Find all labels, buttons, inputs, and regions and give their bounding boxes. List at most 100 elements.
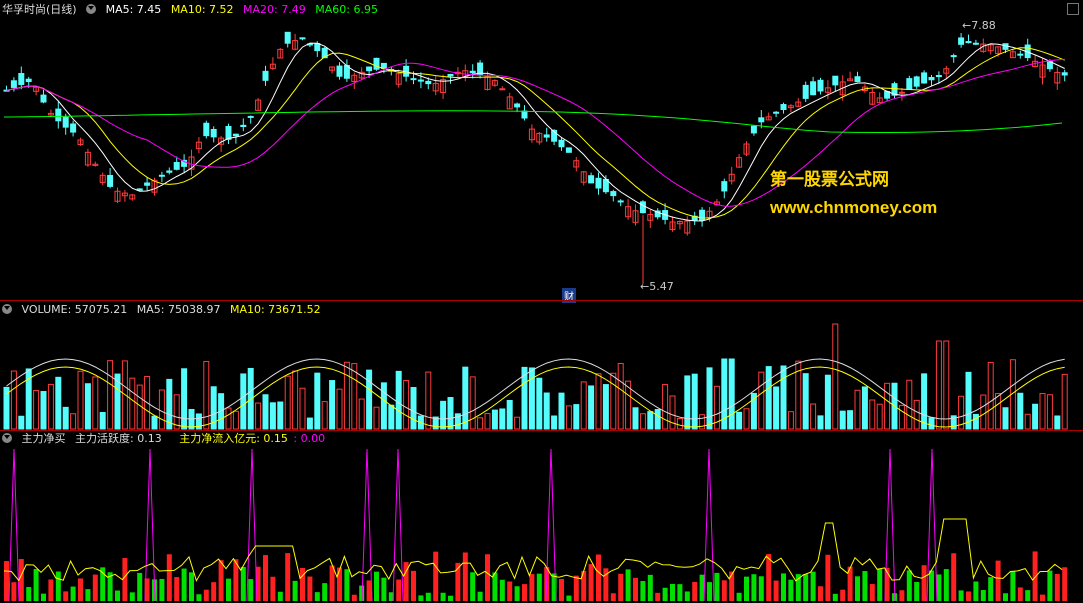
flow-bar: [1062, 567, 1068, 601]
volume-bar: [706, 367, 713, 430]
volume-bar: [440, 400, 447, 430]
candle: [906, 78, 913, 90]
flow-bar: [825, 554, 831, 601]
price-panel[interactable]: 华孚时尚(日线) MA5: 7.45 MA10: 7.52 MA20: 7.49…: [0, 0, 1083, 303]
volume-bar: [203, 360, 210, 430]
flow-bar: [477, 591, 483, 601]
flow-bar: [263, 555, 268, 601]
candle: [972, 42, 979, 45]
volume-bar: [810, 403, 817, 430]
volume-bar: [284, 375, 291, 430]
candle: [921, 72, 928, 84]
volume-ma10-line: [6, 366, 1065, 428]
volume-bar: [573, 404, 580, 430]
candle: [173, 161, 180, 170]
volume-bar: [255, 402, 262, 430]
volume-panel[interactable]: VOLUME: 57075.21 MA5: 75038.97 MA10: 736…: [0, 301, 1083, 430]
flow-bar: [766, 554, 772, 601]
flow-bar: [662, 587, 668, 601]
volume-bar: [595, 373, 602, 430]
volume-bar: [336, 388, 343, 430]
candle: [802, 84, 809, 99]
volume-bar: [1024, 413, 1031, 430]
flow-bar: [181, 568, 187, 601]
volume-bar: [62, 406, 69, 430]
candle: [18, 73, 25, 85]
volume-bar: [602, 384, 609, 430]
flow-bar: [781, 573, 786, 601]
flow-bar: [381, 577, 387, 601]
volume-bar: [151, 415, 158, 430]
volume-ma10-label: MA10: 73671.52: [229, 303, 321, 316]
flow-bar: [137, 572, 143, 601]
stock-title: 华孚时尚(日线): [2, 3, 77, 16]
flow-bar: [196, 594, 202, 601]
flow-bar: [18, 559, 24, 601]
flow-bar: [203, 589, 209, 601]
volume-bar: [129, 377, 136, 430]
volume-dropdown-icon[interactable]: [2, 304, 12, 314]
candle: [950, 55, 957, 58]
flow-bar: [529, 574, 535, 601]
flow-bar: [684, 591, 690, 601]
flow-bar: [573, 575, 579, 601]
flow-bar: [115, 590, 120, 601]
volume-bar: [1032, 403, 1039, 430]
flow-bar: [832, 593, 838, 601]
indicator-dropdown-icon[interactable]: [2, 433, 12, 443]
candle: [373, 57, 380, 70]
candle: [158, 174, 165, 177]
indicator-header: 主力净买 主力活跃度: 0.13 主力净流入亿元: 0.15 : 0.00: [2, 432, 331, 446]
candle: [232, 133, 239, 137]
candle: [299, 37, 306, 40]
flow-bar: [818, 586, 823, 601]
volume-bar: [447, 397, 454, 430]
volume-bar: [558, 392, 565, 430]
flow-bar: [640, 581, 646, 601]
volume-bar: [839, 410, 846, 430]
flow-bar: [1054, 573, 1060, 601]
candle: [166, 170, 173, 173]
flow-bar: [803, 574, 809, 601]
ma5-label: MA5: 7.45: [105, 3, 162, 16]
settings-dropdown-icon[interactable]: [86, 4, 97, 14]
volume-bar: [676, 418, 683, 430]
volume-bar: [543, 392, 550, 430]
candle: [107, 174, 114, 187]
flow-bar: [751, 574, 757, 601]
volume-bar: [898, 404, 905, 430]
candle: [543, 134, 550, 138]
volume-bar: [269, 402, 276, 430]
volume-bar: [551, 415, 558, 430]
flow-bar: [810, 571, 816, 601]
volume-bar: [329, 380, 336, 430]
candle: [721, 181, 728, 192]
flow-bar: [41, 593, 46, 601]
flow-bar: [758, 576, 764, 601]
candle: [1017, 53, 1024, 56]
volume-bar: [743, 408, 750, 430]
candle: [62, 116, 69, 128]
candle: [10, 80, 17, 88]
volume-bar: [306, 417, 313, 430]
flow-bar: [877, 569, 883, 601]
flow-bar: [1040, 594, 1045, 601]
volume-ma5-line: [6, 358, 1065, 420]
volume-bar: [817, 415, 824, 430]
flow-bar: [995, 560, 1001, 601]
flow-bar: [285, 553, 291, 601]
price-chart: [3, 31, 1068, 284]
flow-bar: [1003, 593, 1008, 601]
candle: [617, 200, 624, 203]
flow-bar: [174, 577, 180, 601]
volume-bar: [536, 377, 543, 430]
ma10-line: [6, 47, 1065, 219]
indicator-panel[interactable]: 主力净买 主力活跃度: 0.13 主力净流入亿元: 0.15 : 0.00: [0, 431, 1083, 603]
volume-bar: [987, 361, 994, 430]
volume-bar: [499, 408, 506, 430]
candle: [913, 76, 920, 87]
volume-bar: [1017, 392, 1024, 430]
volume-bar: [380, 382, 387, 430]
flow-bar: [980, 590, 986, 601]
candle: [262, 70, 269, 81]
